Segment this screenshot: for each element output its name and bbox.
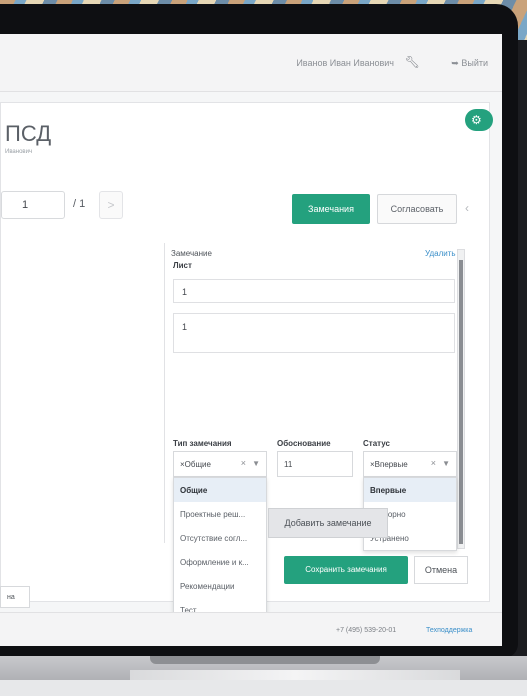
wrench-icon[interactable]: 🔧︎ (405, 55, 420, 69)
app-screen: Иванов Иван Иванович 🔧︎ ➥ Выйти ПСД Иван… (0, 34, 502, 646)
status-select[interactable]: ×Впервые × ▼ (363, 451, 457, 477)
collapse-chevron-icon[interactable]: ‹ (465, 201, 469, 215)
status-value: ×Впервые (370, 460, 408, 469)
cancel-button[interactable]: Отмена (414, 556, 468, 584)
laptop-hinge (150, 656, 380, 664)
remark-panel: Замечание Удалить Лист 1 1 Тип замечания… (171, 241, 467, 623)
left-cut-button[interactable]: на (0, 586, 30, 608)
remark-type-value: ×Общие (180, 460, 211, 469)
page-subtitle: Иванович (5, 149, 33, 155)
status-option[interactable]: Впервые (364, 478, 456, 502)
panel-scrollbar[interactable] (457, 249, 465, 549)
status-label: Статус (363, 439, 390, 448)
top-bar: Иванов Иван Иванович 🔧︎ ➥ Выйти (0, 34, 502, 92)
chevron-down-icon[interactable]: ▼ (252, 459, 260, 468)
remark-type-option[interactable]: Проектные реш... (174, 502, 266, 526)
save-remarks-button[interactable]: Сохранить замечания (284, 556, 408, 584)
logout-label: Выйти (461, 58, 488, 68)
remark-type-options: Общие Проектные реш... Отсутствие согл..… (173, 477, 267, 623)
remark-text-area[interactable]: 1 (173, 313, 455, 353)
page-body: ПСД Иванович ⚙ 1 / 1 > Замечания Согласо… (0, 92, 502, 623)
remark-type-option[interactable]: Оформление и к... (174, 550, 266, 574)
logout-icon: ➥ (451, 58, 462, 68)
add-remark-button[interactable]: Добавить замечание (268, 508, 388, 538)
remark-type-option[interactable]: Отсутствие согл... (174, 526, 266, 550)
support-phone: +7 (495) 539-20-01 (336, 627, 397, 634)
logout-link[interactable]: ➥ Выйти (451, 58, 488, 69)
support-link[interactable]: Техподдержка (426, 627, 472, 634)
delete-remark-link[interactable]: Удалить (425, 249, 456, 258)
user-name[interactable]: Иванов Иван Иванович (296, 58, 394, 68)
panel-divider (164, 243, 165, 543)
sheet-label: Лист (173, 261, 192, 270)
remark-type-label: Тип замечания (173, 439, 232, 448)
next-page-button[interactable]: > (99, 191, 123, 219)
remark-type-option[interactable]: Рекомендации (174, 574, 266, 598)
clear-status-icon[interactable]: × (431, 458, 436, 468)
remark-header: Замечание (171, 249, 212, 258)
scrollbar-thumb[interactable] (459, 260, 463, 544)
laptop-bottom (0, 680, 527, 696)
remark-type-select[interactable]: ×Общие × ▼ (173, 451, 267, 477)
remark-type-option[interactable]: Общие (174, 478, 266, 502)
remarks-button[interactable]: Замечания (292, 194, 370, 224)
laptop-bezel: Иванов Иван Иванович 🔧︎ ➥ Выйти ПСД Иван… (0, 4, 518, 658)
gears-icon: ⚙ (471, 113, 482, 127)
justification-value: 11 (284, 460, 293, 469)
page-number-input[interactable]: 1 (1, 191, 65, 219)
document-card: ПСД Иванович ⚙ 1 / 1 > Замечания Согласо… (0, 102, 493, 623)
approve-button[interactable]: Согласовать (377, 194, 457, 224)
justification-input[interactable]: 11 (277, 451, 353, 477)
justification-label: Обоснование (277, 439, 331, 448)
chevron-down-icon[interactable]: ▼ (442, 459, 450, 468)
clear-type-icon[interactable]: × (241, 458, 246, 468)
page-title: ПСД (5, 121, 52, 146)
footer: +7 (495) 539-20-01 Техподдержка (0, 612, 502, 646)
laptop-edge-highlight (130, 670, 460, 680)
page-total: / 1 (73, 198, 86, 210)
settings-button[interactable]: ⚙ (465, 109, 493, 131)
sheet-input[interactable]: 1 (173, 279, 455, 303)
